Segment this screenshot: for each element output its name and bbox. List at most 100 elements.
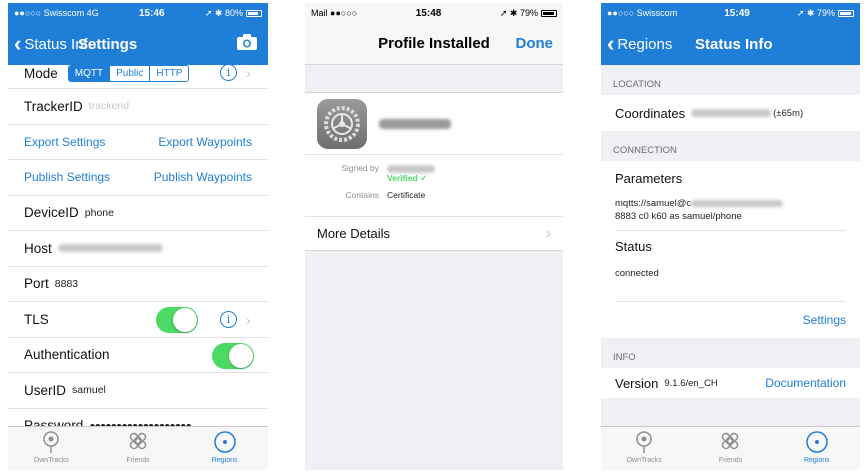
authentication-row: Authentication [8,338,268,373]
profile-name-redacted [379,118,451,129]
publish-settings-button[interactable]: Publish Settings [24,170,110,184]
back-button[interactable]: ‹ Regions [601,33,672,55]
info-icon[interactable]: i [220,311,237,328]
tab-label: Regions [803,457,830,464]
tab-owntracks[interactable]: OwnTracks [21,430,81,464]
port-input[interactable]: 8883 [55,278,78,290]
port-row[interactable]: Port 8883 [8,267,268,302]
coordinates-row: Coordinates (±65m) [615,95,846,131]
trackerid-row[interactable]: TrackerID trackerid [8,89,268,125]
done-button[interactable]: Done [516,35,554,52]
info-section-header: INFO [613,352,636,363]
tab-label: Regions [211,457,238,464]
battery-icon [541,9,557,17]
section-gap [305,65,563,93]
back-button[interactable]: ‹ Status Info [8,33,96,55]
profile-installed-screen: Mail ●●○○○ 15:48 ➚ ✱ 79% Profile Install… [305,3,563,470]
tab-label: OwnTracks [33,457,69,464]
coordinates-redacted [691,109,772,117]
userid-input[interactable]: samuel [72,384,106,396]
connection-cell: Parameters mqtts://samuel@c 8883 c0 k60 … [601,161,860,338]
parameters-row: Parameters mqtts://samuel@c 8883 c0 k60 … [615,161,846,231]
nav-bar: ‹ Regions Status Info [601,23,860,65]
more-details-label: More Details [317,226,390,241]
signed-by-label: Signed by [341,163,379,173]
export-settings-button[interactable]: Export Settings [24,135,105,149]
carrier-text: ●●○○○ Swisscom 4G [14,8,99,18]
profile-header [305,93,563,155]
mode-option-public[interactable]: Public [109,66,149,81]
signed-by-row: Signed by Verified ✓ [317,163,551,184]
back-label: Status Info [24,35,97,53]
authentication-label: Authentication [24,347,110,363]
contains-value: Certificate [387,190,426,200]
carrier-text: ●●○○○ Swisscom [607,8,678,18]
export-waypoints-button[interactable]: Export Waypoints [158,135,252,149]
host-row[interactable]: Host [8,231,268,267]
signer-redacted [387,164,435,173]
chevron-right-icon: › [246,65,251,81]
tab-regions[interactable]: Regions [195,430,255,464]
settings-screen: ●●○○○ Swisscom 4G 15:46 ➚ ✱ 80% ‹ Status… [8,3,268,470]
signed-by-value: Verified ✓ [387,163,435,184]
status-label: Status [615,239,652,254]
documentation-link[interactable]: Documentation [765,376,846,390]
tab-friends[interactable]: Friends [700,430,760,464]
contains-row: Contains Certificate [317,190,551,200]
coordinates-accuracy: (±65m) [773,107,804,119]
chevron-left-icon: ‹ [14,31,22,56]
profile-card: Signed by Verified ✓ Contains Certificat… [305,93,563,251]
profile-meta: Signed by Verified ✓ Contains Certificat… [305,155,563,217]
mode-option-http[interactable]: HTTP [149,66,188,81]
trackerid-label: TrackerID [24,98,83,114]
battery-indicator: ➚ ✱ 80% [205,8,262,19]
version-label: Version [615,375,659,391]
settings-gear-icon [317,98,367,149]
carrier-text: Mail ●●○○○ [311,8,358,18]
chevron-left-icon: ‹ [607,31,615,56]
userid-label: UserID [24,382,67,398]
export-row: Export Settings Export Waypoints [8,125,268,160]
deviceid-label: DeviceID [24,205,79,221]
status-row: Status connected [615,231,846,302]
settings-link[interactable]: Settings [803,313,846,327]
tls-label: TLS [24,311,49,327]
deviceid-input[interactable]: phone [85,207,114,219]
tab-friends[interactable]: Friends [108,430,168,464]
more-details-row[interactable]: More Details › [305,217,563,251]
pin-icon [636,431,652,453]
mode-option-mqtt[interactable]: MQTT [68,66,110,81]
clock-text: 15:48 [415,7,442,19]
tab-regions[interactable]: Regions [787,430,847,464]
status-bar: Mail ●●○○○ 15:48 ➚ ✱ 79% [305,3,563,23]
settings-list: Mode MQTT Public HTTP i › TrackerID trac… [8,59,268,444]
broker-redacted [691,199,784,207]
chevron-right-icon: › [246,312,251,328]
settings-link-row: Settings [615,302,846,338]
userid-row[interactable]: UserID samuel [8,373,268,409]
friends-icon [129,432,147,450]
publish-row: Publish Settings Publish Waypoints [8,160,268,196]
publish-waypoints-button[interactable]: Publish Waypoints [154,170,252,184]
connection-section-header: CONNECTION [613,145,677,156]
parameters-value-line2: 8883 c0 k60 as samuel/phone [615,211,742,222]
tls-toggle[interactable] [156,307,198,333]
camera-icon[interactable] [236,33,258,55]
page-title: Status Info [695,35,773,53]
tab-owntracks[interactable]: OwnTracks [614,430,674,464]
tab-bar: OwnTracks Friends Regions [8,426,268,470]
info-icon[interactable]: i [220,64,237,81]
contains-label: Contains [345,190,379,200]
deviceid-row[interactable]: DeviceID phone [8,196,268,231]
parameters-label: Parameters [615,171,683,186]
trackerid-input[interactable]: trackerid [89,100,129,112]
mode-segmented-control[interactable]: MQTT Public HTTP [67,65,190,82]
host-label: Host [24,240,52,256]
mode-label: Mode [24,66,58,81]
regions-icon [213,431,236,453]
tab-label: OwnTracks [626,457,662,464]
clock-text: 15:49 [724,7,750,19]
host-redacted-value[interactable] [57,244,163,253]
authentication-toggle[interactable] [212,342,254,369]
regions-icon [806,431,828,453]
